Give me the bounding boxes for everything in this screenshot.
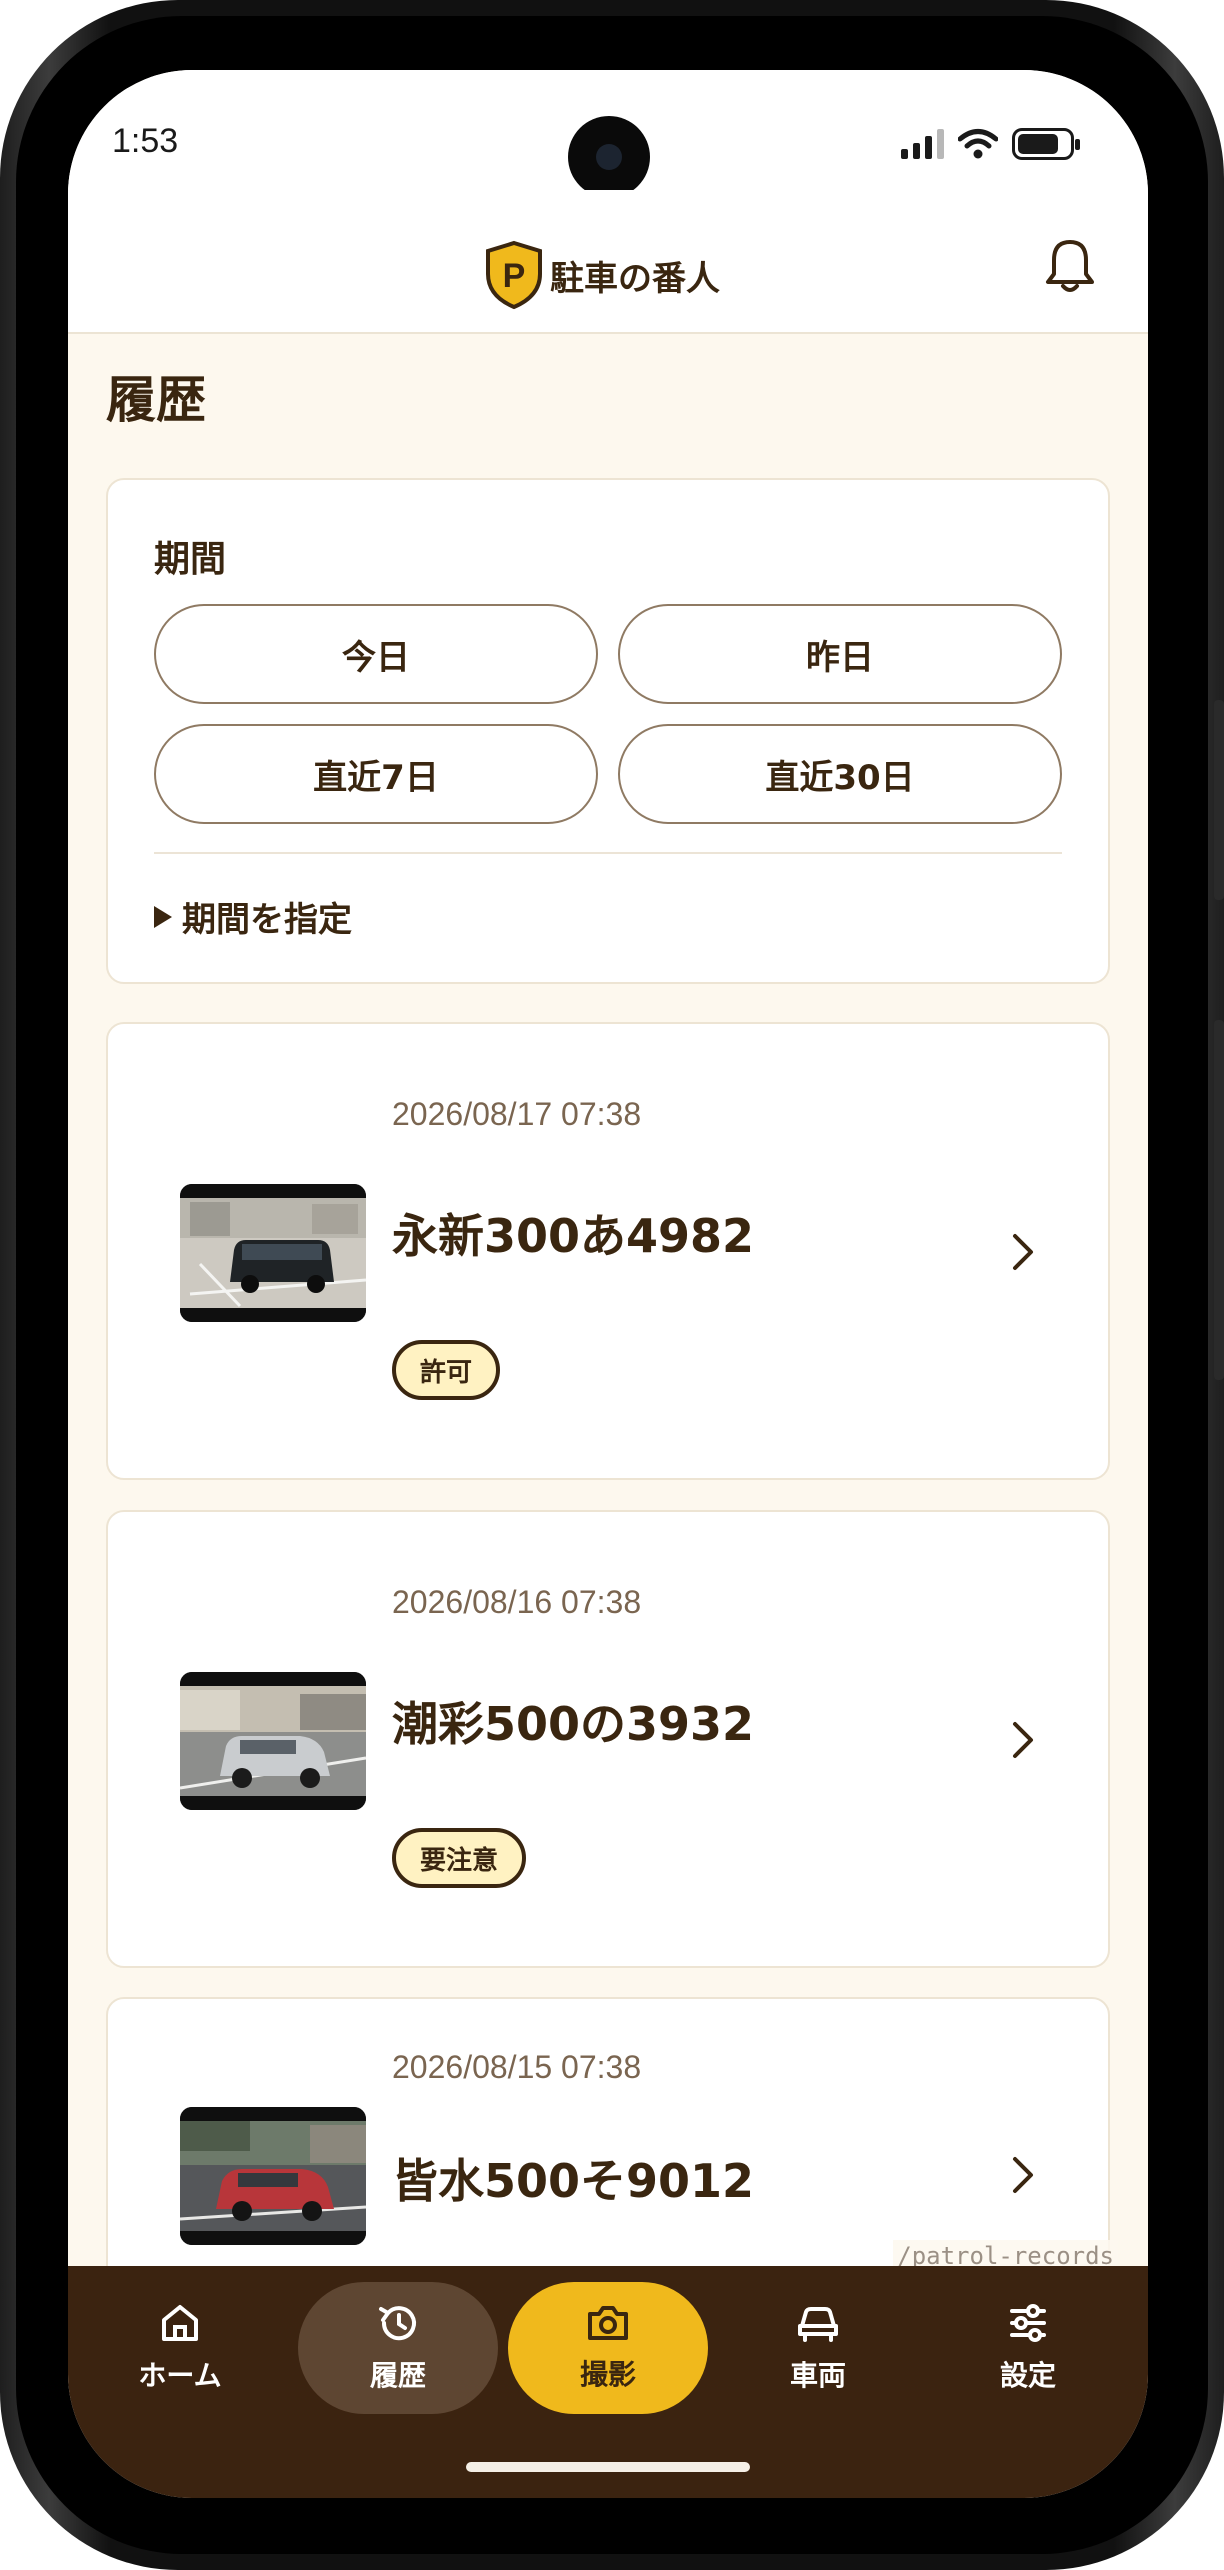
app-name: 駐車の番人 [550, 258, 720, 299]
period-last7-button[interactable]: 直近7日 [154, 724, 598, 824]
nav-label: ホーム [138, 2359, 222, 2392]
record-datetime: 2026/08/15 07:38 [392, 2049, 642, 2085]
license-plate: 潮彩500の3932 [392, 1697, 755, 1751]
chevron-right-icon [1013, 1234, 1033, 1270]
history-icon [379, 2306, 416, 2341]
home-indicator[interactable] [466, 2462, 750, 2472]
vehicle-photo-thumbnail [180, 2107, 366, 2245]
custom-range-toggle[interactable]: 期間を指定 [154, 892, 352, 941]
license-plate: 永新300あ4982 [392, 1209, 755, 1263]
chevron-right-icon [1013, 1722, 1033, 1758]
page-title: 履歴 [106, 371, 206, 429]
svg-text:P: P [503, 257, 526, 295]
camera-icon [588, 2306, 628, 2340]
nav-label: 撮影 [579, 2358, 636, 2391]
sliders-icon [1010, 2304, 1046, 2342]
nav-label: 履歴 [369, 2359, 426, 2392]
signal-icon [901, 129, 944, 159]
record-datetime: 2026/08/16 07:38 [392, 1584, 642, 1620]
volume-button [1214, 700, 1224, 900]
car-icon [798, 2307, 838, 2342]
nav-capture[interactable]: 撮影 [508, 2282, 708, 2414]
nav-settings[interactable]: 設定 [928, 2282, 1128, 2414]
vehicle-photo-thumbnail [180, 1184, 366, 1322]
status-badge: 許可 [392, 1340, 501, 1400]
vehicle-photo-thumbnail [180, 1672, 366, 1810]
app-header: P 駐車の番人 [68, 190, 1148, 334]
nav-vehicles[interactable]: 車両 [718, 2282, 918, 2414]
brand: P 駐車の番人 [484, 240, 720, 310]
chevron-right-icon [1013, 2157, 1033, 2193]
period-last30-button[interactable]: 直近30日 [618, 724, 1062, 824]
status-bar: 1:53 [68, 70, 1148, 198]
nav-label: 設定 [999, 2359, 1056, 2392]
front-camera [568, 116, 650, 198]
status-icons [901, 128, 1080, 160]
status-time: 1:53 [112, 122, 179, 160]
record-card[interactable]: 2026/08/16 07:38 潮彩500の3932 要注意 [106, 1510, 1110, 1968]
home-icon [162, 2305, 198, 2341]
status-badge: 要注意 [392, 1828, 527, 1888]
nav-home[interactable]: ホーム [80, 2282, 280, 2414]
power-button [1214, 1020, 1224, 1380]
period-filter-card: 期間 今日 昨日 直近7日 直近30日 期間を指定 [106, 478, 1110, 984]
battery-icon [1012, 128, 1080, 160]
filter-divider [154, 852, 1062, 854]
wifi-icon [958, 129, 998, 159]
app-screen: 1:53 P 駐車の番人 履歴 期間 今日 昨日 直近7日 直近30日 期間を指… [68, 70, 1148, 2498]
period-yesterday-button[interactable]: 昨日 [618, 604, 1062, 704]
record-card[interactable]: 2026/08/17 07:38 永新300あ4982 許可 [106, 1022, 1110, 1480]
custom-range-label: 期間を指定 [182, 900, 352, 940]
period-today-button[interactable]: 今日 [154, 604, 598, 704]
bell-icon[interactable] [1042, 236, 1098, 296]
period-label: 期間 [154, 539, 227, 580]
parking-shield-logo: P [486, 240, 542, 310]
license-plate: 皆水500そ9012 [392, 2154, 755, 2208]
expand-triangle-icon [154, 905, 172, 928]
record-datetime: 2026/08/17 07:38 [392, 1096, 642, 1132]
nav-history[interactable]: 履歴 [298, 2282, 498, 2414]
nav-label: 車両 [789, 2359, 846, 2392]
